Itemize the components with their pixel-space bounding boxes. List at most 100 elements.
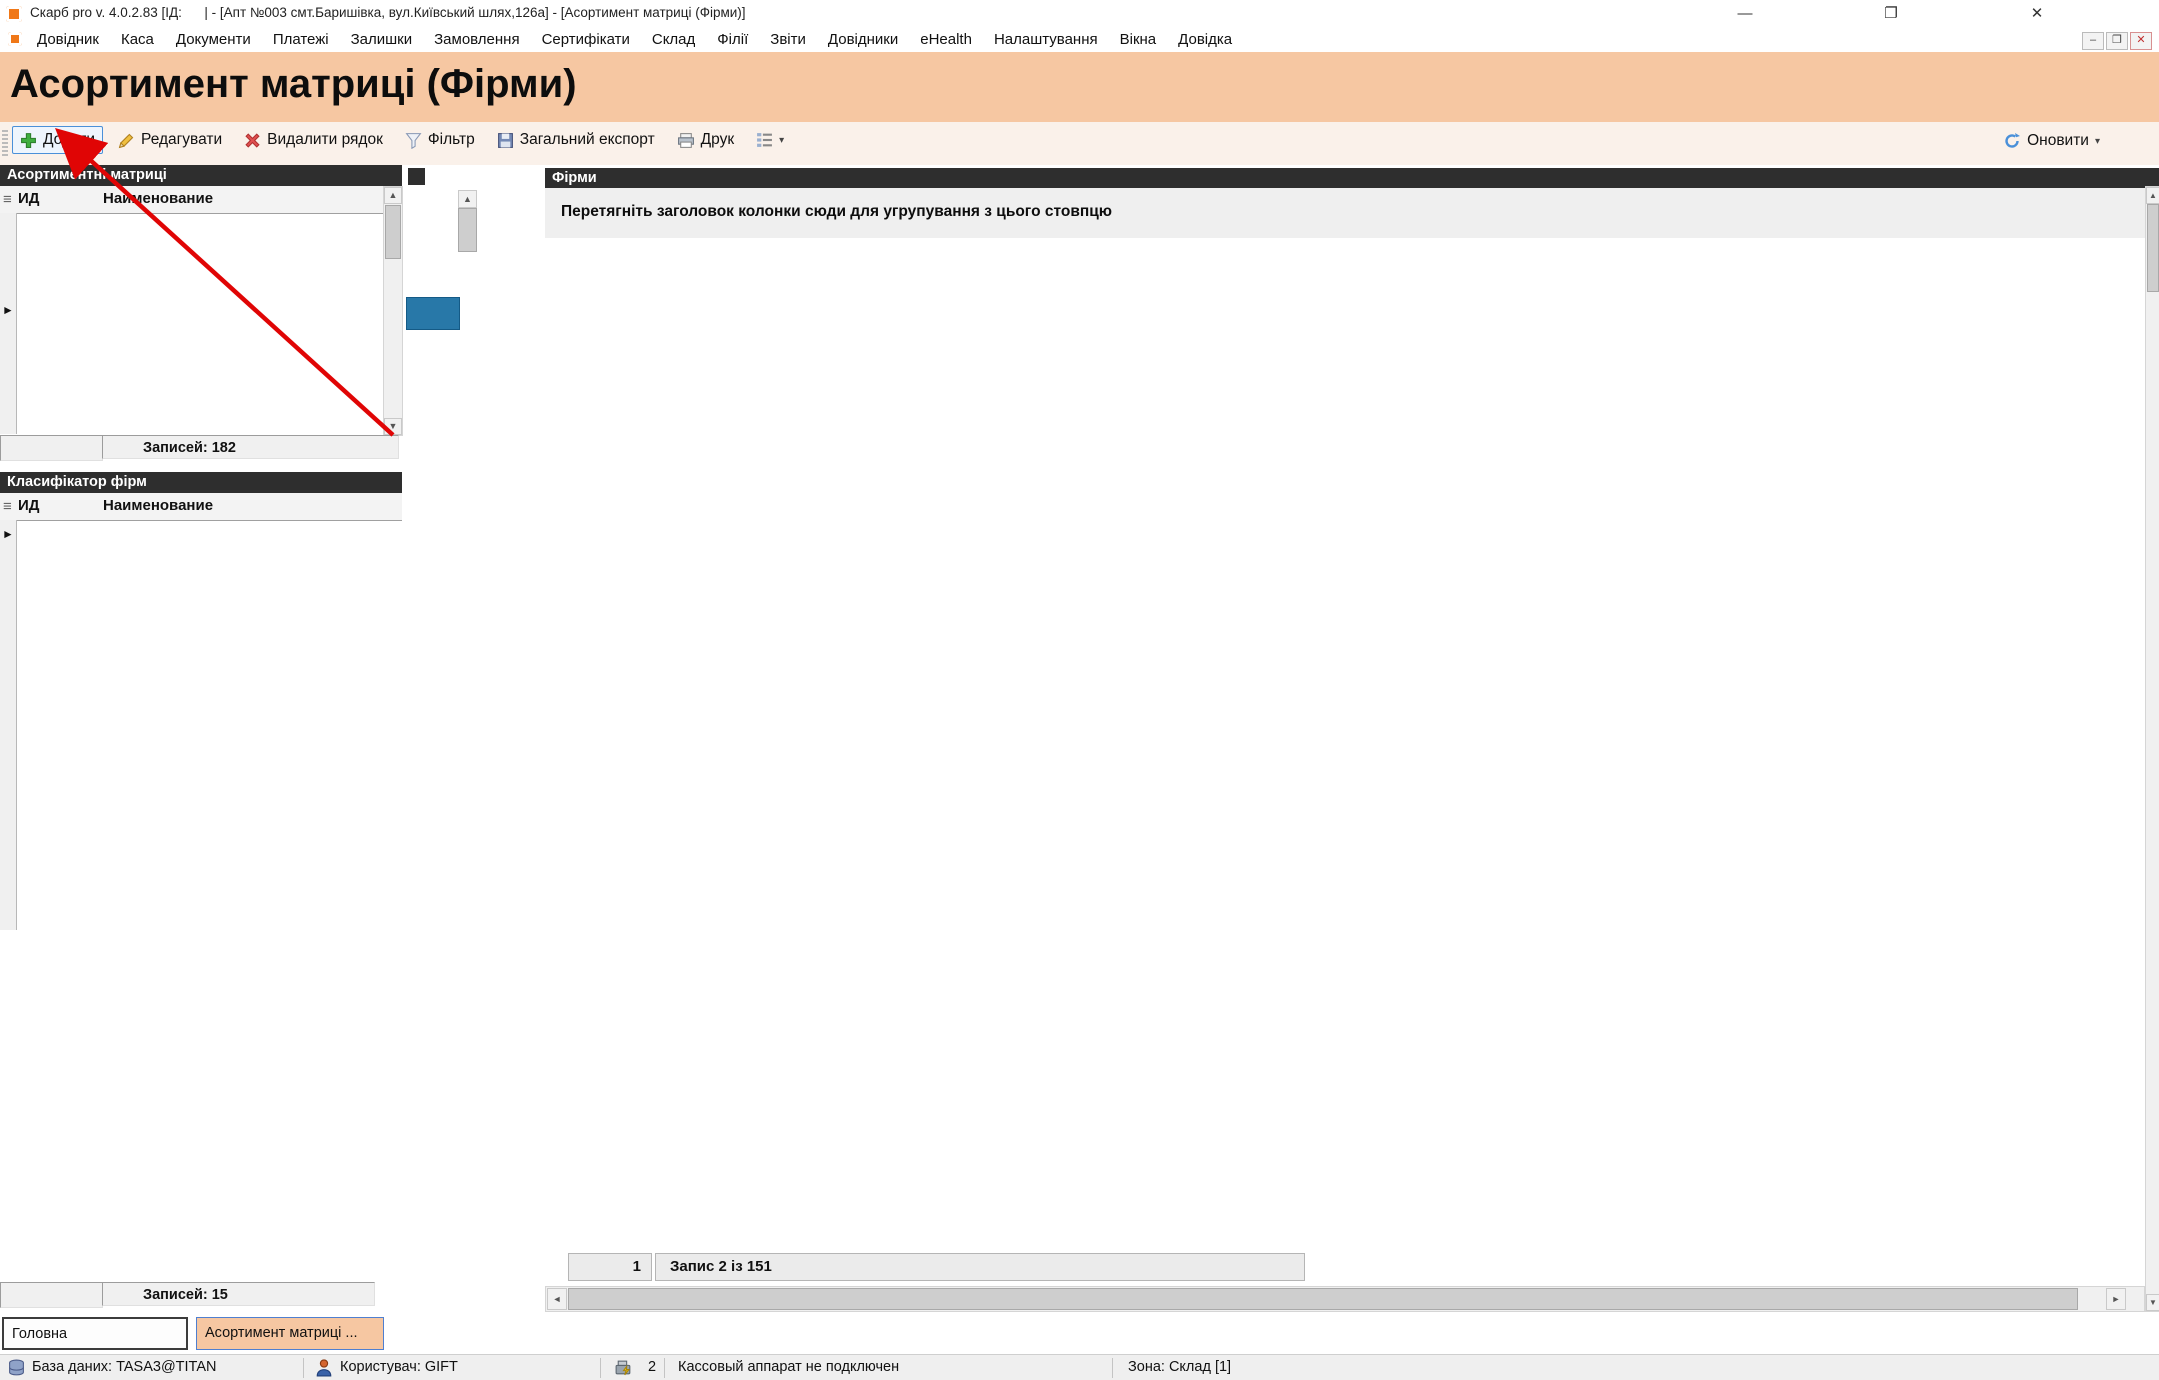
pencil-icon bbox=[118, 132, 135, 149]
firms-grid-header bbox=[545, 238, 2145, 266]
menu-item-5[interactable]: Замовлення bbox=[423, 28, 530, 48]
chevron-down-icon: ▾ bbox=[2095, 136, 2100, 147]
scroll-up-icon[interactable]: ▲ bbox=[2146, 187, 2159, 204]
mdi-close-button[interactable]: ✕ bbox=[2130, 32, 2152, 50]
firms-panel-title: Фірми bbox=[545, 168, 597, 189]
menu-item-7[interactable]: Склад bbox=[641, 28, 706, 48]
print-button[interactable]: Друк bbox=[670, 127, 741, 153]
plus-icon bbox=[20, 132, 37, 149]
classifier-panel-header: Класифікатор фірм bbox=[0, 472, 402, 493]
edit-button[interactable]: Редагувати bbox=[111, 127, 229, 153]
menu-item-12[interactable]: Налаштування bbox=[983, 28, 1109, 48]
menu-item-11[interactable]: eHealth bbox=[909, 28, 983, 48]
scroll-up-icon[interactable]: ▲ bbox=[384, 187, 402, 204]
checked-count: 1 bbox=[568, 1253, 652, 1281]
menu-item-1[interactable]: Каса bbox=[110, 28, 165, 48]
grip-icon: ≡ bbox=[3, 498, 12, 515]
funnel-icon bbox=[405, 132, 422, 149]
status-cash-register: Кассовый аппарат не подключен bbox=[678, 1359, 899, 1375]
matrices-col-id[interactable]: ИД bbox=[18, 190, 39, 207]
menu-item-14[interactable]: Довідка bbox=[1167, 28, 1243, 48]
menu-item-9[interactable]: Звіти bbox=[759, 28, 817, 48]
group-by-hint: Перетягніть заголовок колонки сюди для у… bbox=[561, 203, 1112, 221]
menu-bar: ДовідникКасаДокументиПлатежіЗалишкиЗамов… bbox=[0, 28, 2159, 53]
window-title: Скарб pro v. 4.0.2.83 [ІД: | - [Апт №003… bbox=[30, 5, 746, 20]
status-separator bbox=[664, 1358, 665, 1378]
minimize-button[interactable]: — bbox=[1728, 2, 1762, 26]
matrices-record-count: Записей: 182 bbox=[102, 435, 399, 459]
scroll-left-icon[interactable]: ◄ bbox=[547, 1288, 567, 1310]
classifier-row-gutter: ► bbox=[0, 520, 17, 930]
toolbar-grip[interactable] bbox=[2, 130, 8, 158]
tab-home[interactable]: Головна bbox=[2, 1317, 188, 1350]
status-separator bbox=[303, 1358, 304, 1378]
menu-item-2[interactable]: Документи bbox=[165, 28, 262, 48]
mdi-minimize-button[interactable]: – bbox=[2082, 32, 2104, 50]
classifier-col-name[interactable]: Наименование bbox=[103, 497, 213, 514]
menu-item-4[interactable]: Залишки bbox=[340, 28, 424, 48]
scroll-down-icon[interactable]: ▼ bbox=[2146, 1294, 2159, 1311]
matrices-panel-title: Асортиментні матриці bbox=[0, 165, 167, 186]
matrices-panel-header: Асортиментні матриці bbox=[0, 165, 402, 186]
status-separator bbox=[1112, 1358, 1113, 1378]
scrollbar-thumb[interactable] bbox=[385, 205, 401, 259]
menu-item-10[interactable]: Довідники bbox=[817, 28, 909, 48]
firms-grid-footer: 1 Запис 2 із 151 bbox=[545, 1250, 2145, 1284]
mdi-restore-button[interactable]: ❐ bbox=[2106, 32, 2128, 50]
classifier-record-count: Записей: 15 bbox=[102, 1282, 375, 1306]
export-button[interactable]: Загальний експорт bbox=[490, 127, 662, 153]
printer-icon bbox=[677, 132, 695, 149]
firms-hscrollbar[interactable]: ◄ ► bbox=[545, 1286, 2145, 1312]
refresh-icon bbox=[2003, 132, 2021, 150]
tab-assortment-matrix[interactable]: Асортимент матриці ... bbox=[196, 1317, 384, 1350]
firms-header-grip bbox=[408, 168, 425, 185]
page-title-band: Асортимент матриці (Фірми) bbox=[0, 52, 2159, 122]
matrices-column-headers: ≡ ИД Наименование bbox=[0, 186, 402, 214]
scroll-right-icon[interactable]: ► bbox=[2106, 1288, 2126, 1310]
floppy-icon bbox=[497, 132, 514, 149]
firms-panel-header: Фірми bbox=[545, 168, 2159, 188]
record-position: Запис 2 із 151 bbox=[655, 1253, 1305, 1281]
window-titlebar: Скарб pro v. 4.0.2.83 [ІД: | - [Апт №003… bbox=[0, 0, 2159, 28]
classifier-col-id[interactable]: ИД bbox=[18, 497, 39, 514]
matrices-col-name[interactable]: Наименование bbox=[103, 190, 213, 207]
status-user: Користувач: GIFT bbox=[340, 1359, 458, 1375]
status-separator bbox=[600, 1358, 601, 1378]
group-by-band[interactable]: Перетягніть заголовок колонки сюди для у… bbox=[545, 188, 2159, 238]
toolbar: Додати Редагувати Видалити рядок Фільтр … bbox=[0, 122, 2159, 165]
scroll-down-icon[interactable]: ▼ bbox=[384, 418, 402, 435]
inner-scroll-up-icon[interactable]: ▲ bbox=[458, 190, 477, 208]
firms-grid-rows bbox=[545, 266, 2145, 1250]
menu-item-13[interactable]: Вікна bbox=[1109, 28, 1168, 48]
delete-row-button[interactable]: Видалити рядок bbox=[237, 127, 390, 153]
status-terminal-count: 2 bbox=[648, 1359, 656, 1375]
menu-item-0[interactable]: Довідник bbox=[26, 28, 110, 48]
app-menu-icon bbox=[8, 32, 22, 46]
cash-register-icon bbox=[614, 1359, 633, 1377]
layout-list-button[interactable]: ▾ bbox=[749, 128, 791, 152]
restore-button[interactable]: ❐ bbox=[1874, 2, 1908, 26]
app-logo-icon bbox=[6, 6, 22, 22]
add-button[interactable]: Додати bbox=[12, 126, 103, 154]
user-icon bbox=[316, 1359, 332, 1377]
classifier-footer-spacer bbox=[0, 1282, 103, 1308]
inner-scrollbar-thumb[interactable] bbox=[458, 208, 477, 252]
page-title: Асортимент матриці (Фірми) bbox=[10, 62, 577, 107]
menu-item-8[interactable]: Філії bbox=[706, 28, 759, 48]
vscrollbar-thumb[interactable] bbox=[2147, 204, 2159, 292]
firms-vscrollbar[interactable]: ▲ ▼ bbox=[2145, 186, 2159, 1312]
list-icon bbox=[756, 132, 773, 148]
app-window: Скарб pro v. 4.0.2.83 [ІД: | - [Апт №003… bbox=[0, 0, 2159, 1380]
close-button[interactable]: ✕ bbox=[2020, 2, 2054, 26]
menu-item-3[interactable]: Платежі bbox=[262, 28, 340, 48]
current-row-marker: ► bbox=[2, 303, 14, 317]
refresh-button[interactable]: Оновити ▾ bbox=[1996, 128, 2107, 154]
grip-icon: ≡ bbox=[3, 191, 12, 208]
database-icon bbox=[8, 1359, 25, 1377]
status-zone: Зона: Склад [1] bbox=[1128, 1359, 1231, 1375]
hscrollbar-thumb[interactable] bbox=[568, 1288, 2078, 1310]
matrices-scrollbar[interactable]: ▲ ▼ bbox=[383, 186, 403, 436]
menu-item-6[interactable]: Сертифікати bbox=[531, 28, 641, 48]
splitter-handle[interactable] bbox=[406, 297, 460, 330]
filter-button[interactable]: Фільтр bbox=[398, 127, 482, 153]
